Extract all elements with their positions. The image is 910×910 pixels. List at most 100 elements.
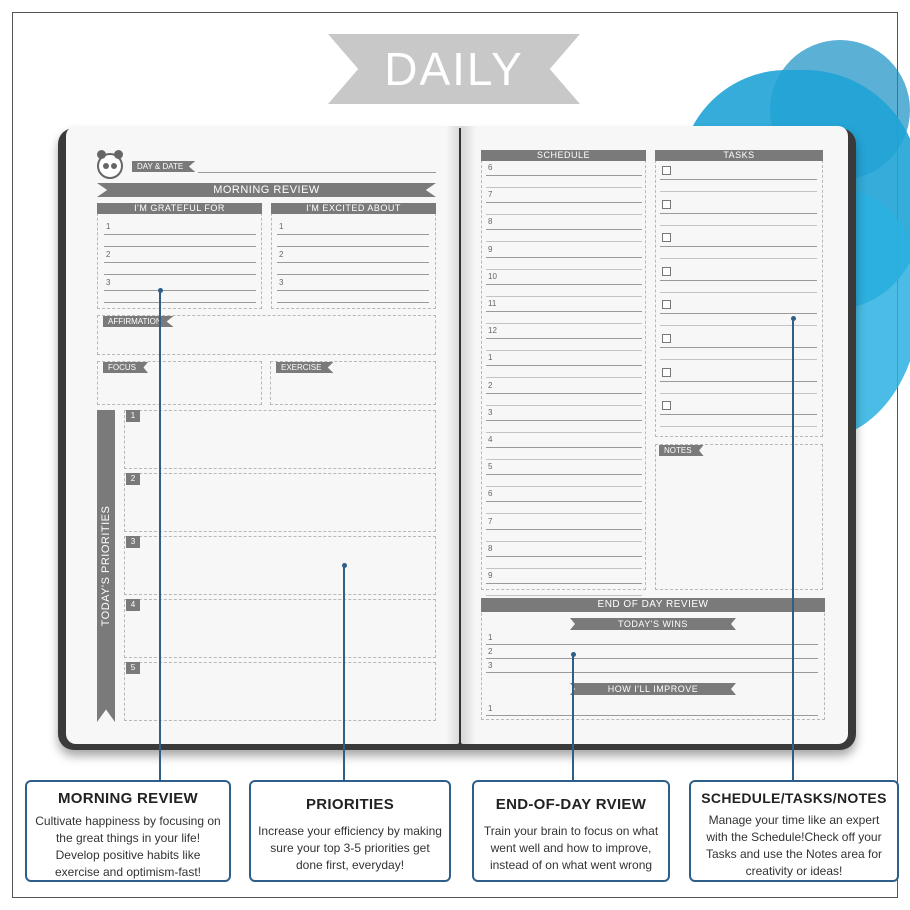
task-checkbox-icon[interactable] (662, 166, 671, 175)
daily-title: DAILY (384, 43, 524, 95)
todays-wins-label: TODAY'S WINS (570, 618, 736, 630)
end-of-day-callout-line (572, 654, 574, 780)
schedule-hour: 7 (488, 190, 493, 200)
task-line (660, 291, 817, 293)
schedule-tasks-notes-text: Manage your time like an expert with the… (705, 813, 883, 878)
exercise-label: EXERCISE (276, 362, 334, 373)
win-number: 3 (488, 661, 493, 670)
priority-number: 2 (126, 473, 140, 485)
win-number: 1 (488, 633, 493, 642)
schedule-line (486, 419, 642, 421)
priority-box (124, 473, 436, 532)
schedule-hour: 7 (488, 516, 493, 526)
schedule-half-line (486, 513, 642, 515)
write-line (104, 302, 256, 303)
priorities-text: Increase your efficiency by making sure … (258, 824, 442, 872)
write-line (277, 302, 429, 303)
morning-review-header: MORNING REVIEW (97, 183, 436, 197)
schedule-half-line (486, 404, 642, 406)
schedule-line (486, 311, 642, 312)
schedule-hour: 3 (488, 407, 493, 417)
schedule-hour: 8 (488, 217, 493, 227)
write-line (277, 262, 429, 263)
end-of-day-header: END OF DAY REVIEW (481, 598, 825, 612)
schedule-half-line (486, 540, 642, 542)
schedule-half-line (486, 187, 642, 188)
schedule-hour: 9 (488, 571, 493, 580)
schedule-half-line (486, 486, 642, 488)
task-line (660, 212, 817, 214)
schedule-hour: 12 (488, 326, 497, 336)
schedule-half-line (486, 567, 642, 569)
schedule-box (481, 150, 646, 590)
write-line (104, 290, 256, 291)
improve-line (486, 715, 818, 716)
priority-box (124, 536, 436, 595)
write-line (104, 262, 256, 263)
notes-box (655, 444, 823, 590)
schedule-line (486, 338, 642, 340)
day-date-line (198, 172, 436, 173)
schedule-hour: 4 (488, 435, 493, 444)
schedule-tasks-notes-title: SCHEDULE/TASKS/NOTES (701, 790, 887, 806)
schedule-hour: 1 (488, 353, 493, 363)
task-checkbox-icon[interactable] (662, 401, 671, 411)
day-date-label: DAY & DATE (132, 161, 196, 172)
task-line (660, 258, 817, 260)
morning-callout-line (159, 290, 161, 780)
win-line (486, 644, 818, 645)
task-checkbox-icon[interactable] (662, 233, 671, 243)
list-number: 3 (106, 278, 111, 287)
schedule-half-line (486, 459, 642, 460)
affirmation-label: AFFIRMATION (103, 316, 174, 327)
schedule-line (486, 447, 642, 448)
schedule-hour: 6 (488, 489, 493, 499)
schedule-line (486, 392, 642, 394)
schedule-line (486, 583, 642, 584)
list-number: 1 (279, 222, 284, 231)
task-checkbox-icon[interactable] (662, 199, 671, 209)
daily-ribbon: DAILY (328, 34, 580, 104)
how-improve-label: HOW I'LL IMPROVE (570, 683, 736, 695)
write-line (104, 274, 256, 275)
schedule-line (486, 283, 642, 285)
priority-box (124, 410, 436, 469)
morning-review-text: Cultivate happiness by focusing on the g… (35, 814, 221, 879)
write-line (277, 274, 429, 275)
schedule-half-line (486, 268, 642, 270)
schedule-tasks-notes-callout: SCHEDULE/TASKS/NOTES Manage your time li… (689, 780, 899, 882)
task-checkbox-icon[interactable] (662, 266, 671, 276)
schedule-line (486, 528, 642, 530)
todays-priorities-label: TODAY'S PRIORITIES (100, 505, 112, 627)
panda-logo-icon (97, 150, 123, 179)
schedule-line (486, 175, 642, 176)
schedule-half-line (486, 295, 642, 297)
grateful-label: I'M GRATEFUL FOR (97, 203, 262, 214)
schedule-hour: 8 (488, 543, 493, 553)
priority-box (124, 662, 436, 721)
tasks-box (655, 150, 823, 437)
schedule-line (486, 365, 642, 367)
end-of-day-box (481, 598, 825, 720)
write-line (277, 290, 429, 291)
write-line (277, 234, 429, 235)
list-number: 2 (106, 250, 111, 259)
end-of-day-callout: END-OF-DAY RVIEW Train your brain to foc… (472, 780, 670, 882)
priority-box (124, 599, 436, 658)
schedule-line (486, 229, 642, 231)
task-checkbox-icon[interactable] (662, 334, 671, 343)
schedule-half-line (486, 214, 642, 216)
schedule-hour: 11 (488, 299, 497, 308)
task-line (660, 313, 817, 315)
excited-box (271, 203, 436, 309)
schedule-half-line (486, 241, 642, 243)
schedule-half-line (486, 350, 642, 352)
list-number: 3 (279, 278, 284, 287)
schedule-line (486, 474, 642, 476)
write-line (104, 234, 256, 235)
task-checkbox-icon[interactable] (662, 300, 671, 310)
end-of-day-text: Train your brain to focus on what went w… (483, 824, 659, 872)
task-checkbox-icon[interactable] (662, 367, 671, 377)
schedule-line (486, 501, 642, 503)
schedule-hour: 9 (488, 244, 493, 254)
